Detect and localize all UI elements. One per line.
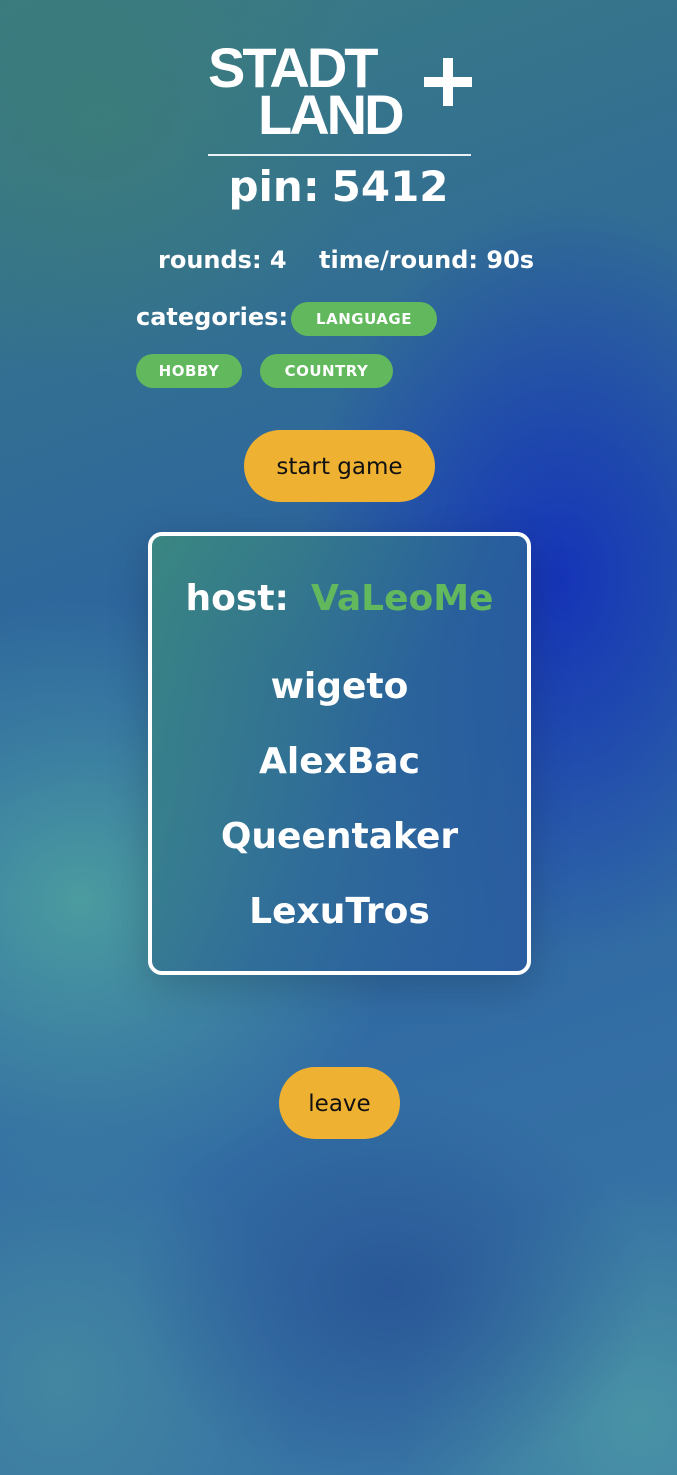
logo-divider	[208, 154, 471, 156]
host-name: VaLeoMe	[310, 578, 494, 619]
player-item: LexuTros	[249, 891, 430, 932]
host-label: host:	[185, 578, 289, 619]
plus-icon	[424, 58, 472, 106]
pin-value: 5412	[331, 162, 449, 211]
players-card: host: VaLeoMe wigeto AlexBac Queentaker L…	[148, 532, 531, 975]
category-chip-hobby: HOBBY	[136, 354, 242, 388]
host-row: host: VaLeoMe	[152, 578, 527, 619]
pin-label: pin:	[228, 162, 320, 211]
leave-button[interactable]: leave	[279, 1067, 400, 1139]
start-game-button[interactable]: start game	[244, 430, 435, 502]
player-item: wigeto	[270, 666, 409, 707]
player-item: Queentaker	[220, 816, 459, 857]
time-per-round-setting: time/round: 90s	[319, 246, 535, 274]
player-item: AlexBac	[259, 741, 420, 782]
game-pin: pin: 5412	[0, 162, 677, 211]
category-chip-country: COUNTRY	[260, 354, 393, 388]
categories-label: categories:	[136, 303, 289, 331]
rounds-setting: rounds: 4	[158, 246, 287, 274]
lobby-page: STADT LAND pin: 5412 rounds: 4 time/round…	[0, 0, 677, 1475]
category-chip-language: LANGUAGE	[291, 302, 437, 336]
logo-text-line2: LAND	[258, 83, 405, 146]
